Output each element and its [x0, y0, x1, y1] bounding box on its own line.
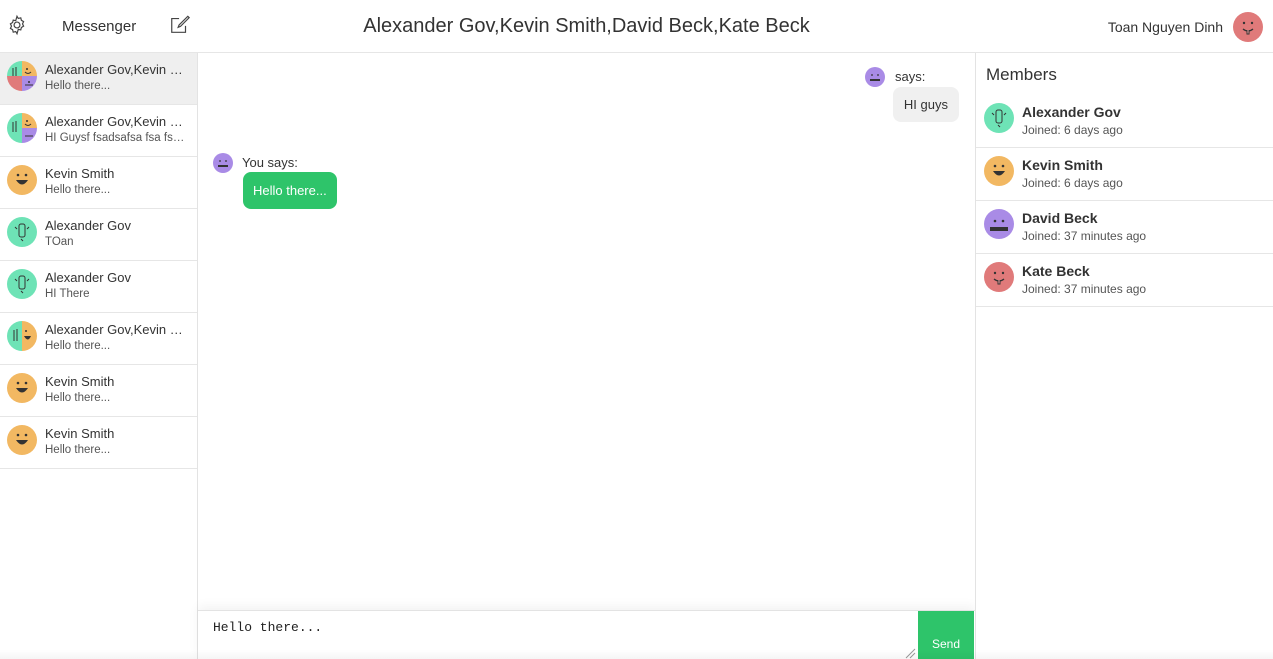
member-item[interactable]: Alexander Gov Joined: 6 days ago	[976, 95, 1273, 148]
conversation-preview: Hello there...	[45, 392, 111, 404]
conversation-preview: Hello there...	[45, 444, 111, 456]
member-item[interactable]: Kevin Smith Joined: 6 days ago	[976, 148, 1273, 201]
member-item[interactable]: David Beck Joined: 37 minutes ago	[976, 201, 1273, 254]
conversation-name: Alexander Gov	[45, 270, 131, 285]
member-joined: Joined: 6 days ago	[1022, 123, 1123, 137]
conversation-item[interactable]: Alexander Gov,Kevin Smith,David Beck,Kat…	[0, 53, 197, 105]
conversation-name: Kevin Smith	[45, 426, 115, 441]
conversation-item[interactable]: Alexander Gov,Kevin Smith Hello there...	[0, 313, 197, 365]
group-avatar-icon	[7, 321, 37, 351]
gear-icon[interactable]	[6, 14, 28, 36]
conversation-name: Kevin Smith	[45, 374, 115, 389]
conversation-item[interactable]: Alexander Gov TOan	[0, 209, 197, 261]
orange-avatar-icon	[7, 425, 37, 455]
teal-avatar-icon	[7, 269, 37, 299]
member-name: Alexander Gov	[1022, 104, 1121, 120]
top-bar: Messenger Alexander Gov,Kevin Smith,Davi…	[0, 0, 1273, 53]
member-joined: Joined: 37 minutes ago	[1022, 229, 1147, 243]
conversation-item[interactable]: Alexander Gov HI There	[0, 261, 197, 313]
group-avatar-icon	[7, 113, 37, 143]
orange-avatar-icon	[984, 156, 1014, 186]
conversation-item[interactable]: Kevin Smith Hello there...	[0, 417, 197, 469]
message-bubble-outgoing: Hello there...	[243, 172, 337, 209]
member-joined: Joined: 6 days ago	[1022, 176, 1123, 190]
teal-avatar-icon	[984, 103, 1014, 133]
conversation-item[interactable]: Alexander Gov,Kevin Smith,David Beck HI …	[0, 105, 197, 157]
current-user-avatar[interactable]	[1233, 12, 1263, 42]
teal-avatar-icon	[7, 217, 37, 247]
message-input[interactable]: Hello there...	[198, 611, 918, 659]
purple-avatar-icon	[984, 209, 1014, 239]
resize-grip-icon[interactable]	[905, 648, 916, 659]
compose-icon[interactable]	[169, 14, 191, 36]
chat-panel: says: HI guys You says: Hello there... H…	[198, 53, 975, 659]
message-sender: You says:	[242, 155, 298, 170]
conversation-item[interactable]: Kevin Smith Hello there...	[0, 157, 197, 209]
conversation-preview: TOan	[45, 236, 74, 248]
conversation-name: Alexander Gov	[45, 218, 131, 233]
member-name: David Beck	[1022, 210, 1098, 226]
member-joined: Joined: 37 minutes ago	[1022, 282, 1147, 296]
conversation-name: Alexander Gov,Kevin Smith,David Beck,Kat…	[45, 62, 190, 77]
conversation-name: Kevin Smith	[45, 166, 115, 181]
message-bubble-incoming: HI guys	[892, 87, 959, 122]
send-button[interactable]: Send	[918, 611, 974, 659]
conversation-list: Alexander Gov,Kevin Smith,David Beck,Kat…	[0, 53, 198, 659]
members-panel: Members Alexander Gov Joined: 6 days ago…	[975, 53, 1273, 659]
orange-avatar-icon	[7, 165, 37, 195]
conversation-preview: Hello there...	[45, 80, 111, 92]
conversation-item[interactable]: Kevin Smith Hello there...	[0, 365, 197, 417]
app-title: Messenger	[62, 18, 137, 35]
member-list: Alexander Gov Joined: 6 days ago Kevin S…	[976, 95, 1273, 307]
orange-avatar-icon	[7, 373, 37, 403]
group-avatar-icon	[7, 61, 37, 91]
conversation-preview: HI There	[45, 288, 90, 300]
purple-avatar-icon	[865, 67, 885, 87]
member-item[interactable]: Kate Beck Joined: 37 minutes ago	[976, 254, 1273, 307]
purple-avatar-icon	[213, 153, 233, 173]
red-avatar-icon	[984, 262, 1014, 292]
member-name: Kate Beck	[1022, 263, 1090, 279]
conversation-title: Alexander Gov,Kevin Smith,David Beck,Kat…	[363, 15, 810, 37]
members-heading: Members	[986, 65, 1057, 84]
conversation-preview: HI Guysf fsadsafsa fsa fsa fsa	[45, 132, 190, 144]
message-composer: Hello there... Send	[198, 610, 975, 659]
conversation-preview: Hello there...	[45, 340, 111, 352]
current-user-name[interactable]: Toan Nguyen Dinh	[1108, 19, 1223, 35]
conversation-preview: Hello there...	[45, 184, 111, 196]
conversation-name: Alexander Gov,Kevin Smith	[45, 322, 190, 337]
member-name: Kevin Smith	[1022, 157, 1103, 173]
message-sender: says:	[895, 69, 926, 84]
conversation-name: Alexander Gov,Kevin Smith,David Beck	[45, 114, 190, 129]
